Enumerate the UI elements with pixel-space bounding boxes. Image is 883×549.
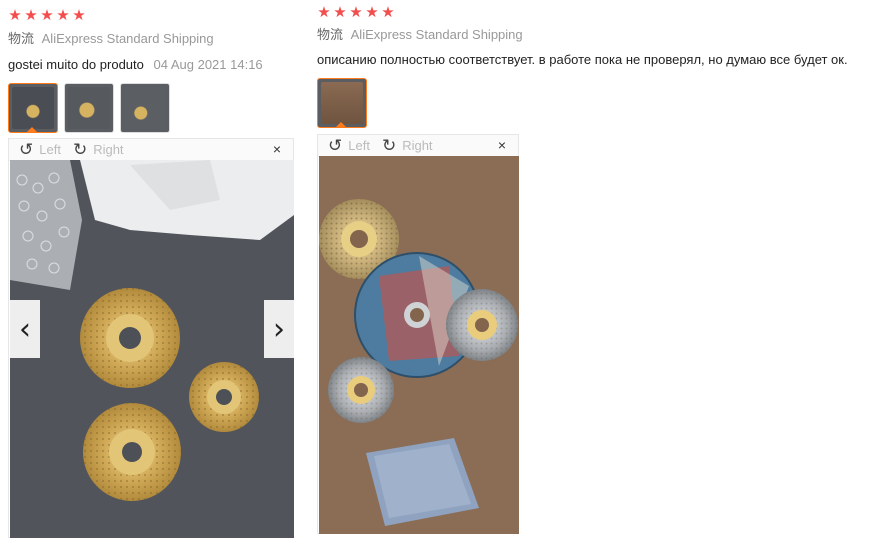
prev-image-button[interactable]: ‹: [10, 300, 40, 358]
shipping-method: AliExpress Standard Shipping: [41, 31, 214, 46]
star-icon: ★: [8, 6, 22, 24]
rotate-right-label: Right: [93, 142, 124, 157]
photo-discs-on-wooden-board: [319, 156, 519, 534]
thumbnail-2[interactable]: [64, 83, 114, 133]
rotate-right-button[interactable]: ↻ Right: [72, 139, 124, 159]
review-photo: [10, 160, 294, 538]
thumbnail-1[interactable]: [317, 78, 367, 128]
thumbnail-strip: [317, 78, 883, 128]
star-icon: ★: [72, 6, 86, 24]
rating-stars: ★ ★ ★ ★ ★: [8, 6, 298, 24]
shipping-label: 物流: [317, 27, 344, 42]
photo-grinding-discs-on-table: [10, 160, 294, 538]
rating-stars: ★ ★ ★ ★ ★: [317, 3, 883, 21]
active-indicator: [26, 127, 38, 132]
next-image-button[interactable]: ›: [264, 300, 294, 358]
review-comment-row: gostei muito do produto 04 Aug 2021 14:1…: [8, 56, 298, 74]
active-indicator: [335, 122, 347, 127]
rotate-left-icon: ↺: [328, 135, 343, 155]
star-icon: ★: [365, 3, 379, 21]
rotate-right-button[interactable]: ↻ Right: [381, 135, 433, 155]
review-photo: [319, 156, 519, 534]
star-icon: ★: [333, 3, 347, 21]
star-icon: ★: [56, 6, 70, 24]
close-icon[interactable]: ×: [498, 137, 506, 153]
review-comment: gostei muito do produto: [8, 57, 144, 72]
review-1: ★ ★ ★ ★ ★ 物流 AliExpress Standard Shippin…: [8, 0, 298, 133]
rotate-left-button[interactable]: ↺ Left: [19, 139, 61, 159]
rotate-right-icon: ↻: [72, 139, 88, 159]
rotate-left-icon: ↺: [19, 139, 34, 159]
rotate-right-icon: ↻: [381, 135, 397, 155]
close-icon[interactable]: ×: [273, 141, 281, 157]
shipping-method: AliExpress Standard Shipping: [350, 27, 523, 42]
thumbnail-strip: [8, 83, 298, 133]
review-comment: описанию полностью соответствует. в рабо…: [317, 52, 848, 67]
viewer-toolbar: ↺ Left ↻ Right ×: [9, 139, 293, 161]
rotate-left-button[interactable]: ↺ Left: [328, 135, 370, 155]
star-icon: ★: [317, 3, 331, 21]
thumbnail-1[interactable]: [8, 83, 58, 133]
star-icon: ★: [349, 3, 363, 21]
star-icon: ★: [40, 6, 54, 24]
shipping-info: 物流 AliExpress Standard Shipping: [8, 30, 298, 48]
review-date: 04 Aug 2021 14:16: [153, 57, 263, 72]
shipping-info: 物流 AliExpress Standard Shipping: [317, 26, 883, 44]
chevron-right-icon: ›: [273, 311, 285, 347]
rotate-left-label: Left: [348, 138, 370, 153]
viewer-toolbar: ↺ Left ↻ Right ×: [318, 135, 518, 157]
review-2: ★ ★ ★ ★ ★ 物流 AliExpress Standard Shippin…: [317, 0, 883, 128]
star-icon: ★: [24, 6, 38, 24]
shipping-label: 物流: [8, 31, 35, 46]
image-viewer-1: ↺ Left ↻ Right × ‹ ›: [8, 138, 294, 538]
rotate-right-label: Right: [402, 138, 433, 153]
thumbnail-3[interactable]: [120, 83, 170, 133]
chevron-left-icon: ‹: [19, 311, 31, 347]
review-comment-row: описанию полностью соответствует. в рабо…: [317, 51, 883, 69]
image-viewer-2: ↺ Left ↻ Right ×: [317, 134, 519, 534]
star-icon: ★: [381, 3, 395, 21]
rotate-left-label: Left: [39, 142, 61, 157]
